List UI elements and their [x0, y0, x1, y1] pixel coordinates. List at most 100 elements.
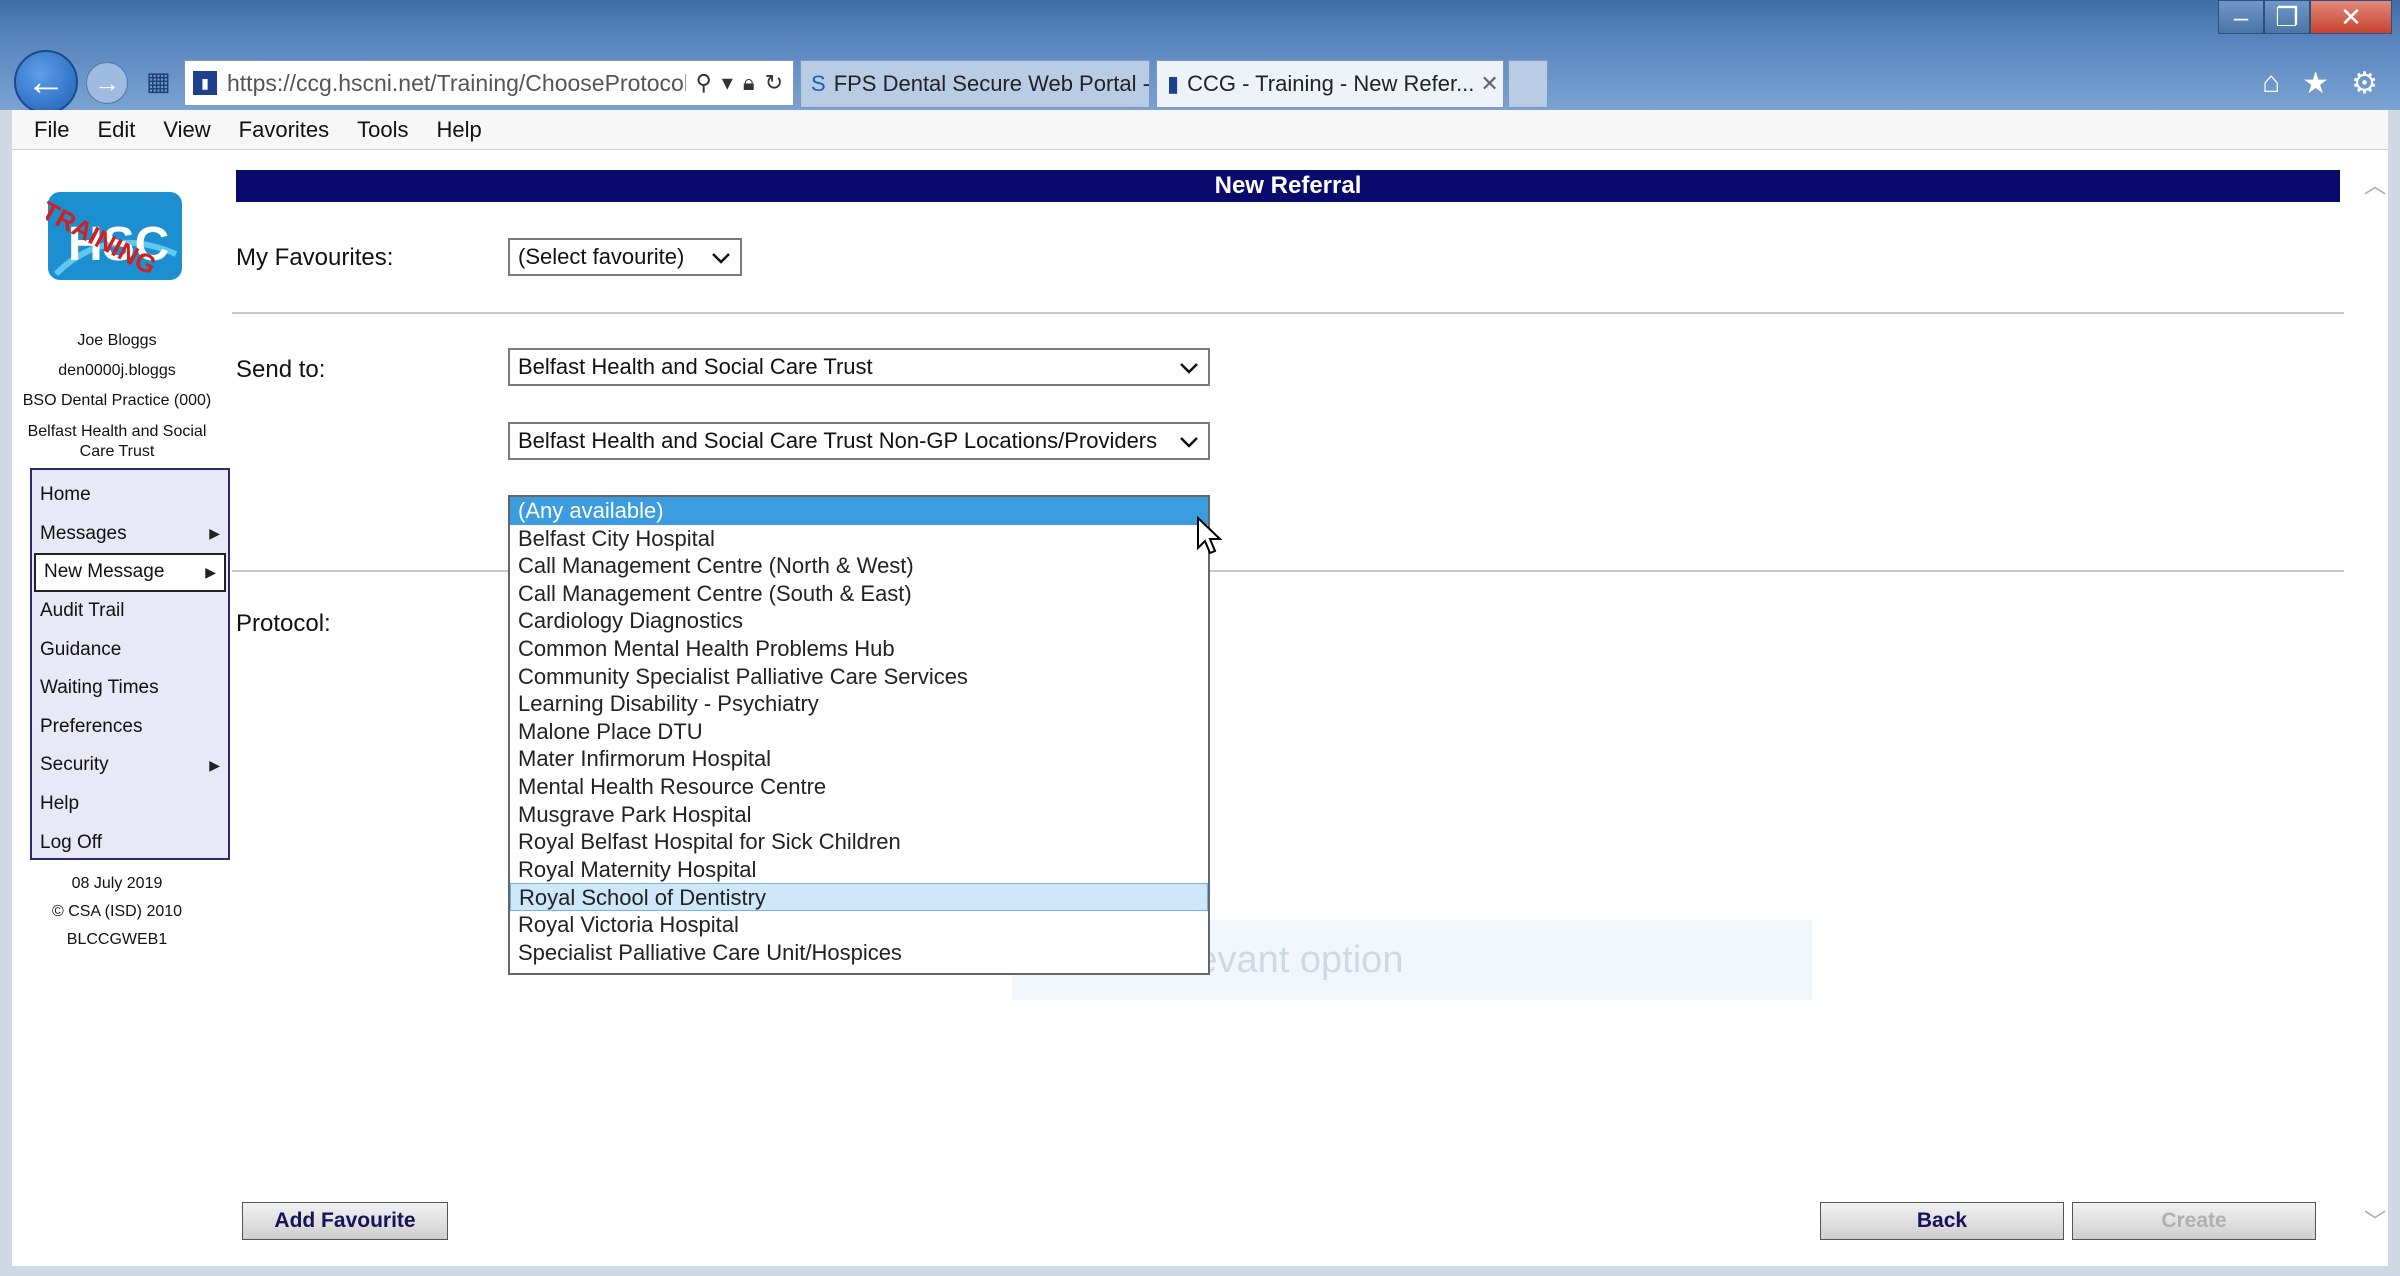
- add-favourite-button[interactable]: Add Favourite: [242, 1202, 448, 1240]
- sidebar-item-label: Audit Trail: [40, 600, 125, 622]
- address-url[interactable]: https://ccg.hscni.net/Training/ChoosePro…: [227, 70, 686, 97]
- close-tab-icon[interactable]: ✕: [1474, 71, 1498, 97]
- list-item[interactable]: Royal Belfast Hospital for Sick Children: [510, 828, 1208, 856]
- sidebar-item-security[interactable]: Security ▶: [32, 746, 228, 785]
- practice-name: BSO Dental Practice (000): [22, 392, 212, 409]
- list-item[interactable]: Malone Place DTU: [510, 718, 1208, 746]
- page-favicon-icon: ▮: [193, 71, 217, 95]
- list-item[interactable]: Belfast City Hospital: [510, 525, 1208, 553]
- page-viewport: HSC TRAINING Joe Bloggs den0000j.bloggs …: [12, 150, 2388, 1266]
- tab-fps-dental[interactable]: S FPS Dental Secure Web Portal -...: [800, 60, 1150, 108]
- favourites-select-value: (Select favourite): [518, 244, 685, 269]
- page-title: New Referral: [236, 170, 2340, 202]
- forward-arrow-icon[interactable]: →: [86, 62, 128, 104]
- sidebar-item-audit-trail[interactable]: Audit Trail: [32, 592, 228, 631]
- sidebar-item-home[interactable]: Home: [32, 476, 228, 515]
- window-controls: – ❐ ✕: [2218, 0, 2392, 34]
- sidebar-item-label: Home: [40, 484, 91, 506]
- chevron-down-icon: [1180, 437, 1198, 448]
- sidebar-item-messages[interactable]: Messages ▶: [32, 515, 228, 554]
- sidebar-item-new-message[interactable]: New Message ▶: [34, 553, 226, 592]
- lock-icon[interactable]: 🔒︎: [743, 70, 755, 96]
- send-to-trust-value: Belfast Health and Social Care Trust: [518, 354, 873, 379]
- menu-edit[interactable]: Edit: [97, 117, 135, 143]
- sidebar-item-preferences[interactable]: Preferences: [32, 708, 228, 747]
- submenu-arrow-icon: ▶: [209, 525, 220, 542]
- user-id: den0000j.bloggs: [58, 362, 176, 379]
- send-to-location-value: Belfast Health and Social Care Trust Non…: [518, 428, 1158, 453]
- protocol-label: Protocol:: [236, 610, 331, 637]
- copyright: © CSA (ISD) 2010: [51, 903, 183, 920]
- list-item[interactable]: Musgrave Park Hospital: [510, 801, 1208, 829]
- refresh-icon[interactable]: ↻: [765, 70, 783, 96]
- favorites-star-icon[interactable]: ★: [2302, 66, 2329, 101]
- list-item[interactable]: Community Specialist Palliative Care Ser…: [510, 663, 1208, 691]
- back-arrow-icon[interactable]: ←: [14, 50, 78, 114]
- settings-gear-icon[interactable]: ⚙: [2351, 66, 2378, 101]
- server-name: BLCCGWEB1: [66, 931, 168, 948]
- send-to-trust-select[interactable]: Belfast Health and Social Care Trust: [508, 348, 1210, 386]
- user-name: Joe Bloggs: [77, 332, 157, 349]
- sidebar-item-label: Guidance: [40, 638, 122, 660]
- list-item[interactable]: Royal School of Dentistry: [510, 883, 1208, 911]
- user-info: Joe Bloggs den0000j.bloggs BSO Dental Pr…: [12, 326, 222, 462]
- send-to-label: Send to:: [236, 356, 326, 383]
- list-item[interactable]: Learning Disability - Psychiatry: [510, 690, 1208, 718]
- list-item[interactable]: Mater Infirmorum Hospital: [510, 745, 1208, 773]
- sidebar-item-guidance[interactable]: Guidance: [32, 630, 228, 669]
- menu-tools[interactable]: Tools: [357, 117, 408, 143]
- close-window-button[interactable]: ✕: [2310, 0, 2392, 34]
- chevron-down-icon: [712, 253, 730, 264]
- sidebar-item-label: Preferences: [40, 715, 143, 737]
- list-item[interactable]: Common Mental Health Problems Hub: [510, 635, 1208, 663]
- list-item[interactable]: Royal Victoria Hospital: [510, 911, 1208, 939]
- sidebar-item-label: New Message: [44, 561, 165, 583]
- list-item[interactable]: Mental Health Resource Centre: [510, 773, 1208, 801]
- sidebar-item-help[interactable]: Help: [32, 785, 228, 824]
- restore-button[interactable]: ❐: [2264, 0, 2310, 34]
- dropdown-icon[interactable]: ▾: [722, 70, 733, 96]
- sidebar-menu: Home Messages ▶ New Message ▶ Audit Trail …: [30, 468, 230, 860]
- menu-file[interactable]: File: [34, 117, 69, 143]
- sidebar-item-log-off[interactable]: Log Off: [32, 823, 228, 862]
- browser-titlebar: – ❐ ✕ ← → ▦ ▮ https://ccg.hscni.net/Trai…: [0, 0, 2400, 114]
- current-date: 08 July 2019: [71, 875, 163, 892]
- list-item[interactable]: (Any available): [510, 497, 1208, 525]
- sidebar-item-label: Help: [40, 793, 80, 815]
- menu-help[interactable]: Help: [437, 117, 482, 143]
- list-item[interactable]: Cardiology Diagnostics: [510, 607, 1208, 635]
- browser-menubar: File Edit View Favorites Tools Help: [12, 110, 2388, 150]
- submenu-arrow-icon: ▶: [209, 756, 220, 773]
- scroll-down-icon[interactable]: ﹀: [2364, 1204, 2386, 1236]
- address-bar[interactable]: ▮ https://ccg.hscni.net/Training/ChooseP…: [184, 60, 794, 106]
- list-item[interactable]: Royal Maternity Hospital: [510, 856, 1208, 884]
- menu-view[interactable]: View: [163, 117, 210, 143]
- submenu-arrow-icon: ▶: [205, 563, 216, 580]
- home-icon[interactable]: ⌂: [2262, 66, 2280, 101]
- back-button[interactable]: Back: [1820, 1202, 2064, 1240]
- chevron-down-icon: [1180, 363, 1198, 374]
- hsc-training-logo: HSC TRAINING: [46, 192, 182, 281]
- search-icon[interactable]: ⚲: [696, 70, 712, 96]
- mouse-pointer-icon: [1197, 516, 1222, 555]
- list-item[interactable]: Specialist Palliative Care Unit/Hospices: [510, 939, 1208, 967]
- create-button[interactable]: Create: [2072, 1202, 2316, 1240]
- site-grid-icon: ▦: [146, 66, 171, 96]
- new-tab-button[interactable]: [1508, 60, 1548, 108]
- tab-ccg-training[interactable]: ▮ CCG - Training - New Refer... ✕: [1156, 60, 1504, 108]
- favourites-select[interactable]: (Select favourite): [508, 238, 742, 276]
- page-scrollbar[interactable]: ︿ ﹀: [2358, 150, 2388, 1266]
- divider: [232, 312, 2344, 314]
- tab-label: FPS Dental Secure Web Portal -...: [833, 71, 1150, 96]
- provider-dropdown-list[interactable]: (Any available) Belfast City Hospital Ca…: [508, 495, 1210, 975]
- tab-favicon-icon: S: [811, 71, 826, 96]
- menu-favorites[interactable]: Favorites: [239, 117, 329, 143]
- send-to-location-select[interactable]: Belfast Health and Social Care Trust Non…: [508, 422, 1210, 460]
- scroll-up-icon[interactable]: ︿: [2364, 168, 2386, 200]
- sidebar-item-waiting-times[interactable]: Waiting Times: [32, 669, 228, 708]
- tab-favicon-icon: ▮: [1167, 71, 1180, 96]
- sidebar-item-label: Waiting Times: [40, 677, 159, 699]
- list-item[interactable]: Call Management Centre (North & West): [510, 552, 1208, 580]
- list-item[interactable]: Call Management Centre (South & East): [510, 580, 1208, 608]
- minimize-button[interactable]: –: [2218, 0, 2264, 34]
